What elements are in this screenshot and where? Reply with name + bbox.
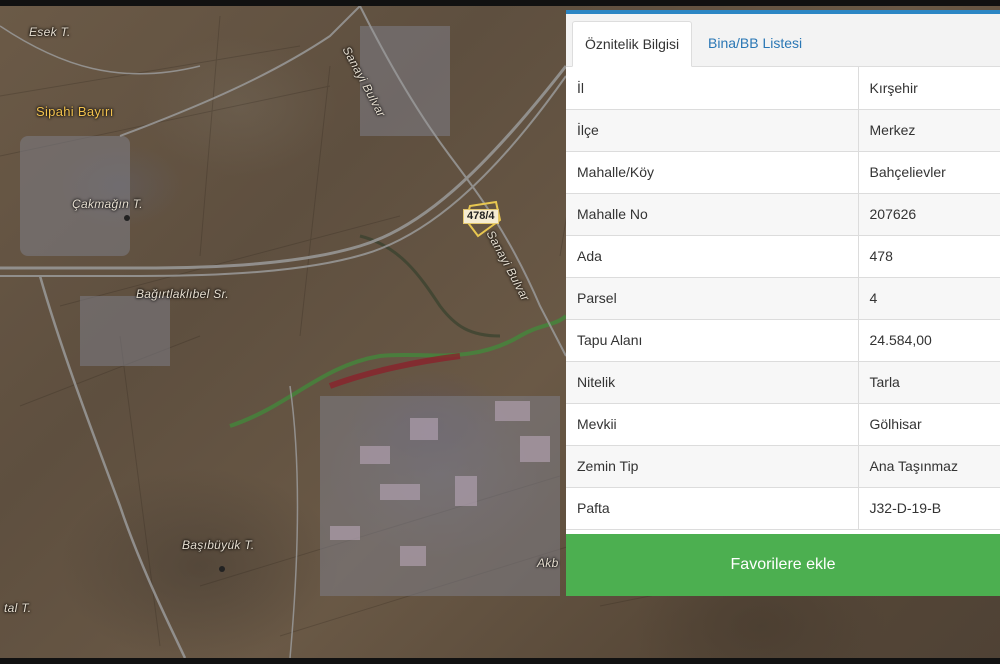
bottom-border [0,658,1000,664]
attribute-value: Merkez [858,109,1000,152]
table-row: Mahalle/Köy Bahçelievler [566,151,1000,194]
attribute-key: Pafta [566,487,859,530]
attribute-key: Ada [566,235,859,278]
panel-tabs: Öznitelik Bilgisi Bina/BB Listesi [566,14,1000,67]
attribute-key: Tapu Alanı [566,319,859,362]
table-row: İl Kırşehir [566,67,1000,110]
attribute-key: Nitelik [566,361,859,404]
table-row: Zemin Tip Ana Taşınmaz [566,445,1000,488]
table-row: Parsel 4 [566,277,1000,320]
map-label-basibuyuk: Başıbüyük T. [182,538,255,552]
map-label-tal: tal T. [4,601,32,615]
attribute-key: İl [566,67,859,110]
attribute-value: 24.584,00 [858,319,1000,362]
table-row: Tapu Alanı 24.584,00 [566,319,1000,362]
table-row: Ada 478 [566,235,1000,278]
parcel-tag[interactable]: 478/4 [463,209,499,224]
add-to-favorites-button[interactable]: Favorilere ekle [566,534,1000,596]
attribute-value: J32-D-19-B [858,487,1000,530]
tab-oznitelik-bilgisi[interactable]: Öznitelik Bilgisi [572,21,693,67]
table-row: İlçe Merkez [566,109,1000,152]
tab-bina-bb-listesi[interactable]: Bina/BB Listesi [696,21,814,66]
attribute-key: Mahalle No [566,193,859,236]
attribute-value: Ana Taşınmaz [858,445,1000,488]
attribute-key: Mahalle/Köy [566,151,859,194]
map-label-bagirtlaklibel: Bağırtlaklıbel Sr. [136,287,229,301]
attribute-key: Mevkii [566,403,859,446]
attribute-panel: Öznitelik Bilgisi Bina/BB Listesi İl Kırş… [566,10,1000,596]
attribute-key: Parsel [566,277,859,320]
attribute-key: Zemin Tip [566,445,859,488]
attribute-value: Bahçelievler [858,151,1000,194]
attribute-value: 478 [858,235,1000,278]
map-label-akb: Akb [537,556,559,570]
map-label-cakmagin: Çakmağın T. [72,197,143,211]
attribute-key: İlçe [566,109,859,152]
map-label-sipahi-bayiri: Sipahi Bayırı [36,104,114,119]
attribute-value: Kırşehir [858,67,1000,110]
attribute-value: Tarla [858,361,1000,404]
table-row: Pafta J32-D-19-B [566,487,1000,530]
attribute-value: Gölhisar [858,403,1000,446]
map-label-esek: Esek T. [29,25,71,39]
attribute-value: 4 [858,277,1000,320]
table-row: Nitelik Tarla [566,361,1000,404]
table-row: Mevkii Gölhisar [566,403,1000,446]
attribute-value: 207626 [858,193,1000,236]
table-row: Mahalle No 207626 [566,193,1000,236]
attribute-table: İl Kırşehir İlçe Merkez Mahalle/Köy Bahçeli… [566,67,1000,530]
